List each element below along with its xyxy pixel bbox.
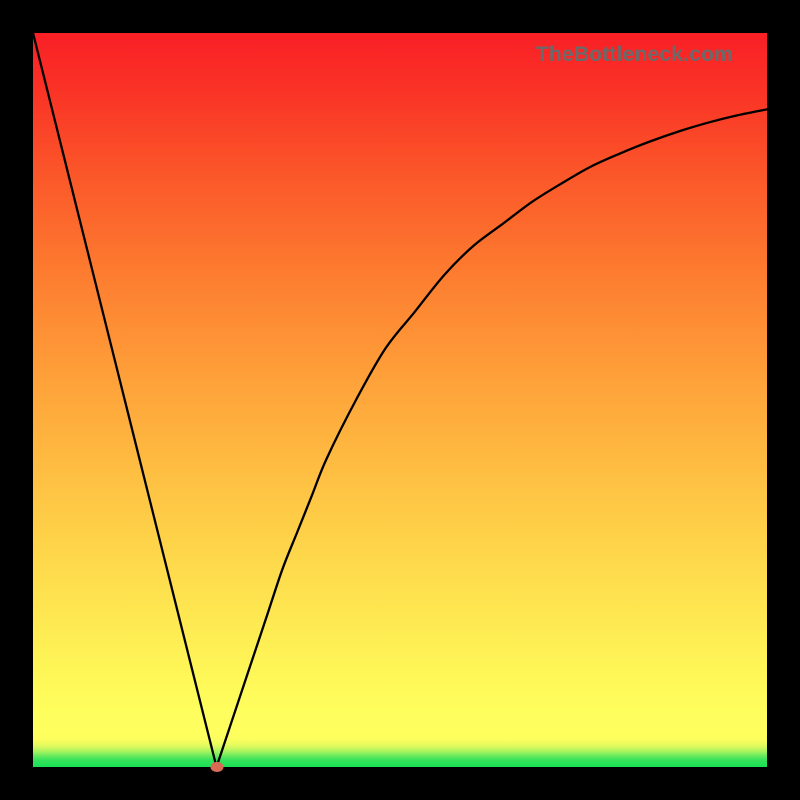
plot-area: TheBottleneck.com [33, 33, 767, 767]
attribution-text: TheBottleneck.com [536, 43, 733, 67]
bottleneck-curve [33, 33, 767, 767]
minimum-marker [210, 762, 223, 772]
chart-frame: TheBottleneck.com [0, 0, 800, 800]
